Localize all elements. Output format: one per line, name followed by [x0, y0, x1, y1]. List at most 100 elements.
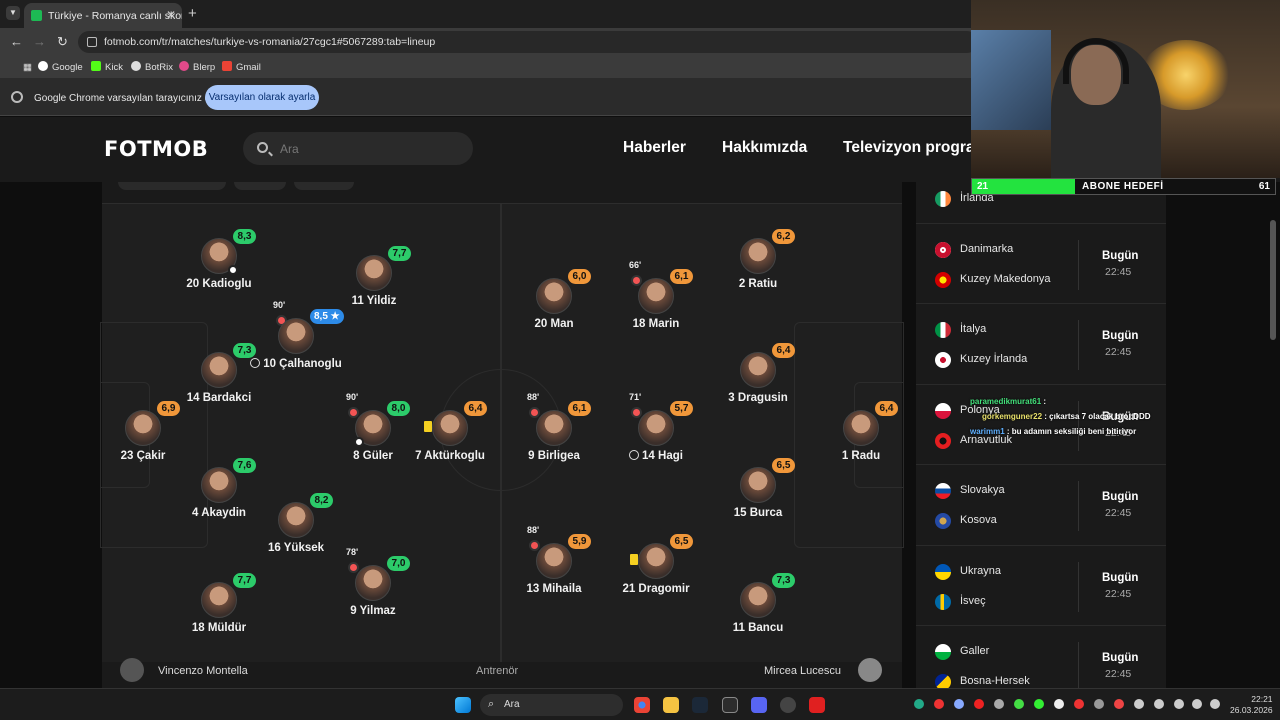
set-default-button[interactable]: Varsayılan olarak ayarla: [205, 85, 319, 110]
player-radu[interactable]: 6,4 1 Radu: [806, 401, 916, 462]
folder-icon[interactable]: [663, 697, 679, 713]
youtube-icon[interactable]: [809, 697, 825, 713]
player-man[interactable]: 6,0 20 Man: [499, 269, 609, 330]
coaches-row: Vincenzo Montella Antrenör Mircea Lucesc…: [102, 658, 902, 688]
apps-icon[interactable]: ▦: [9, 62, 32, 73]
search-input[interactable]: Ara: [243, 132, 473, 165]
network-icon[interactable]: [1192, 699, 1202, 709]
player-kadioglu[interactable]: 8,3 20 Kadioglu: [164, 229, 274, 290]
taskbar-clock[interactable]: 22:21 26.03.2026: [1230, 694, 1273, 716]
match-day: Bugün: [1102, 250, 1139, 262]
fotmob-logo[interactable]: FOTMOB: [104, 137, 208, 161]
nav-news[interactable]: Haberler: [623, 139, 686, 157]
nav-tv-guide[interactable]: Televizyon progra: [843, 139, 975, 157]
tray-icon[interactable]: [1094, 699, 1104, 709]
volume-icon[interactable]: [1210, 699, 1220, 709]
app-icon[interactable]: [722, 697, 738, 713]
player-yuksek[interactable]: 8,2 16 Yüksek: [241, 493, 351, 554]
tray-icon[interactable]: [934, 699, 944, 709]
player-photo: [201, 352, 237, 388]
match-row[interactable]: İtalya Kuzey İrlanda Bugün 22:45: [916, 304, 1166, 385]
clock-date: 26.03.2026: [1230, 705, 1273, 715]
rating-badge: 7,3: [233, 343, 256, 358]
tray-icon[interactable]: [954, 699, 964, 709]
new-tab-icon[interactable]: +: [188, 5, 197, 22]
chat-message: warimm1 : bu adamın seksiliği beni bitir…: [970, 427, 1137, 436]
back-icon[interactable]: ←: [10, 34, 23, 49]
reload-icon[interactable]: ↻: [57, 34, 68, 50]
tray-icon[interactable]: [914, 699, 924, 709]
tray-icon[interactable]: [1034, 699, 1044, 709]
team-away: Bosna-Hersek: [935, 674, 1030, 688]
forward-icon[interactable]: →: [33, 34, 46, 49]
tray-icon[interactable]: [1154, 699, 1164, 709]
italy-flag-icon: [935, 322, 951, 338]
steam-icon[interactable]: [692, 697, 708, 713]
microphone-icon[interactable]: [1174, 699, 1184, 709]
address-bar[interactable]: fotmob.com/tr/matches/turkiye-vs-romania…: [78, 31, 978, 53]
player-photo: [536, 543, 572, 579]
slovakia-flag-icon: [935, 483, 951, 499]
player-dragusin[interactable]: 6,4 3 Dragusin: [703, 343, 813, 404]
player-name: 9 Yilmaz: [350, 605, 396, 617]
player-yildiz[interactable]: 7,7 11 Yildiz: [319, 246, 429, 307]
tray-icon[interactable]: [1054, 699, 1064, 709]
player-name: 23 Çakir: [120, 450, 166, 462]
player-akturkoglu[interactable]: 6,4 7 Aktürkoglu: [395, 401, 505, 462]
close-tab-icon[interactable]: ✕: [166, 8, 176, 22]
match-row[interactable]: Ukrayna İsveç Bugün 22:45: [916, 546, 1166, 626]
player-photo: [278, 502, 314, 538]
player-ratiu[interactable]: 6,2 2 Ratiu: [703, 229, 813, 290]
player-hagi[interactable]: 71' 5,7 14 Hagi: [601, 392, 711, 462]
bookmark-gmail[interactable]: Gmail: [222, 61, 261, 73]
player-cakir[interactable]: 6,9 23 Çakir: [88, 401, 198, 462]
browser-tab[interactable]: Türkiye - Romanya canlı skor, ta ✕: [24, 3, 182, 28]
player-mihaila[interactable]: 88' 5,9 13 Mihaila: [499, 525, 609, 595]
player-yilmaz[interactable]: 78' 7,0 9 Yilmaz: [318, 547, 428, 617]
tray-icon[interactable]: [974, 699, 984, 709]
nav-about[interactable]: Hakkımızda: [722, 139, 807, 157]
player-muldur[interactable]: 7,7 18 Müldür: [164, 573, 274, 634]
player-name: 20 Kadioglu: [186, 278, 252, 290]
player-photo: [638, 278, 674, 314]
taskbar-search[interactable]: ⌕ Ara: [480, 694, 623, 716]
player-birligea[interactable]: 88' 6,1 9 Birligea: [499, 392, 609, 462]
site-info-icon[interactable]: [87, 37, 97, 47]
match-time: 22:45: [1105, 507, 1132, 519]
player-bancu[interactable]: 7,3 11 Bancu: [703, 573, 813, 634]
player-name: 1 Radu: [841, 450, 881, 462]
tab-list-icon[interactable]: ▼: [6, 6, 20, 20]
bookmark-kick[interactable]: Kick: [91, 61, 123, 73]
tray-icon[interactable]: [994, 699, 1004, 709]
match-row[interactable]: Galler Bosna-Hersek Bugün 22:45: [916, 626, 1166, 688]
chat-message: paramedikmurat61 :: [970, 397, 1047, 406]
sweden-flag-icon: [935, 594, 951, 610]
match-row[interactable]: Slovakya Kosova Bugün 22:45: [916, 465, 1166, 546]
player-bardakci[interactable]: 7,3 14 Bardakci: [164, 343, 274, 404]
start-icon[interactable]: [455, 697, 471, 713]
player-burca[interactable]: 6,5 15 Burca: [703, 458, 813, 519]
coach-away-name[interactable]: Mircea Lucescu: [764, 665, 841, 677]
coach-home-name[interactable]: Vincenzo Montella: [158, 665, 248, 677]
player-name: 14 Bardakci: [186, 392, 252, 404]
player-marin[interactable]: 66' 6,1 18 Marin: [601, 260, 711, 330]
bookmark-google[interactable]: Google: [38, 61, 83, 73]
rating-badge: 6,4: [464, 401, 487, 416]
tray-icon[interactable]: [1114, 699, 1124, 709]
bookmark-botrix[interactable]: BotRix: [131, 61, 173, 73]
goal-label: ABONE HEDEFİ: [1082, 181, 1164, 192]
tray-icon[interactable]: [1014, 699, 1024, 709]
goal-current: 21: [977, 181, 989, 192]
tab-title: Türkiye - Romanya canlı skor, ta: [48, 10, 182, 22]
page-scrollbar[interactable]: [1270, 220, 1276, 340]
tray-icon[interactable]: [1074, 699, 1084, 709]
tray-icon[interactable]: [1134, 699, 1144, 709]
bookmark-blerp[interactable]: Blerp: [179, 61, 215, 73]
discord-icon[interactable]: [751, 697, 767, 713]
chrome-icon[interactable]: [634, 697, 650, 713]
obs-icon[interactable]: [780, 697, 796, 713]
player-photo: [201, 467, 237, 503]
match-row[interactable]: Danimarka Kuzey Makedonya Bugün 22:45: [916, 224, 1166, 304]
rating-badge: 8,2: [310, 493, 333, 508]
player-dragomir[interactable]: 6,5 21 Dragomir: [601, 534, 711, 595]
